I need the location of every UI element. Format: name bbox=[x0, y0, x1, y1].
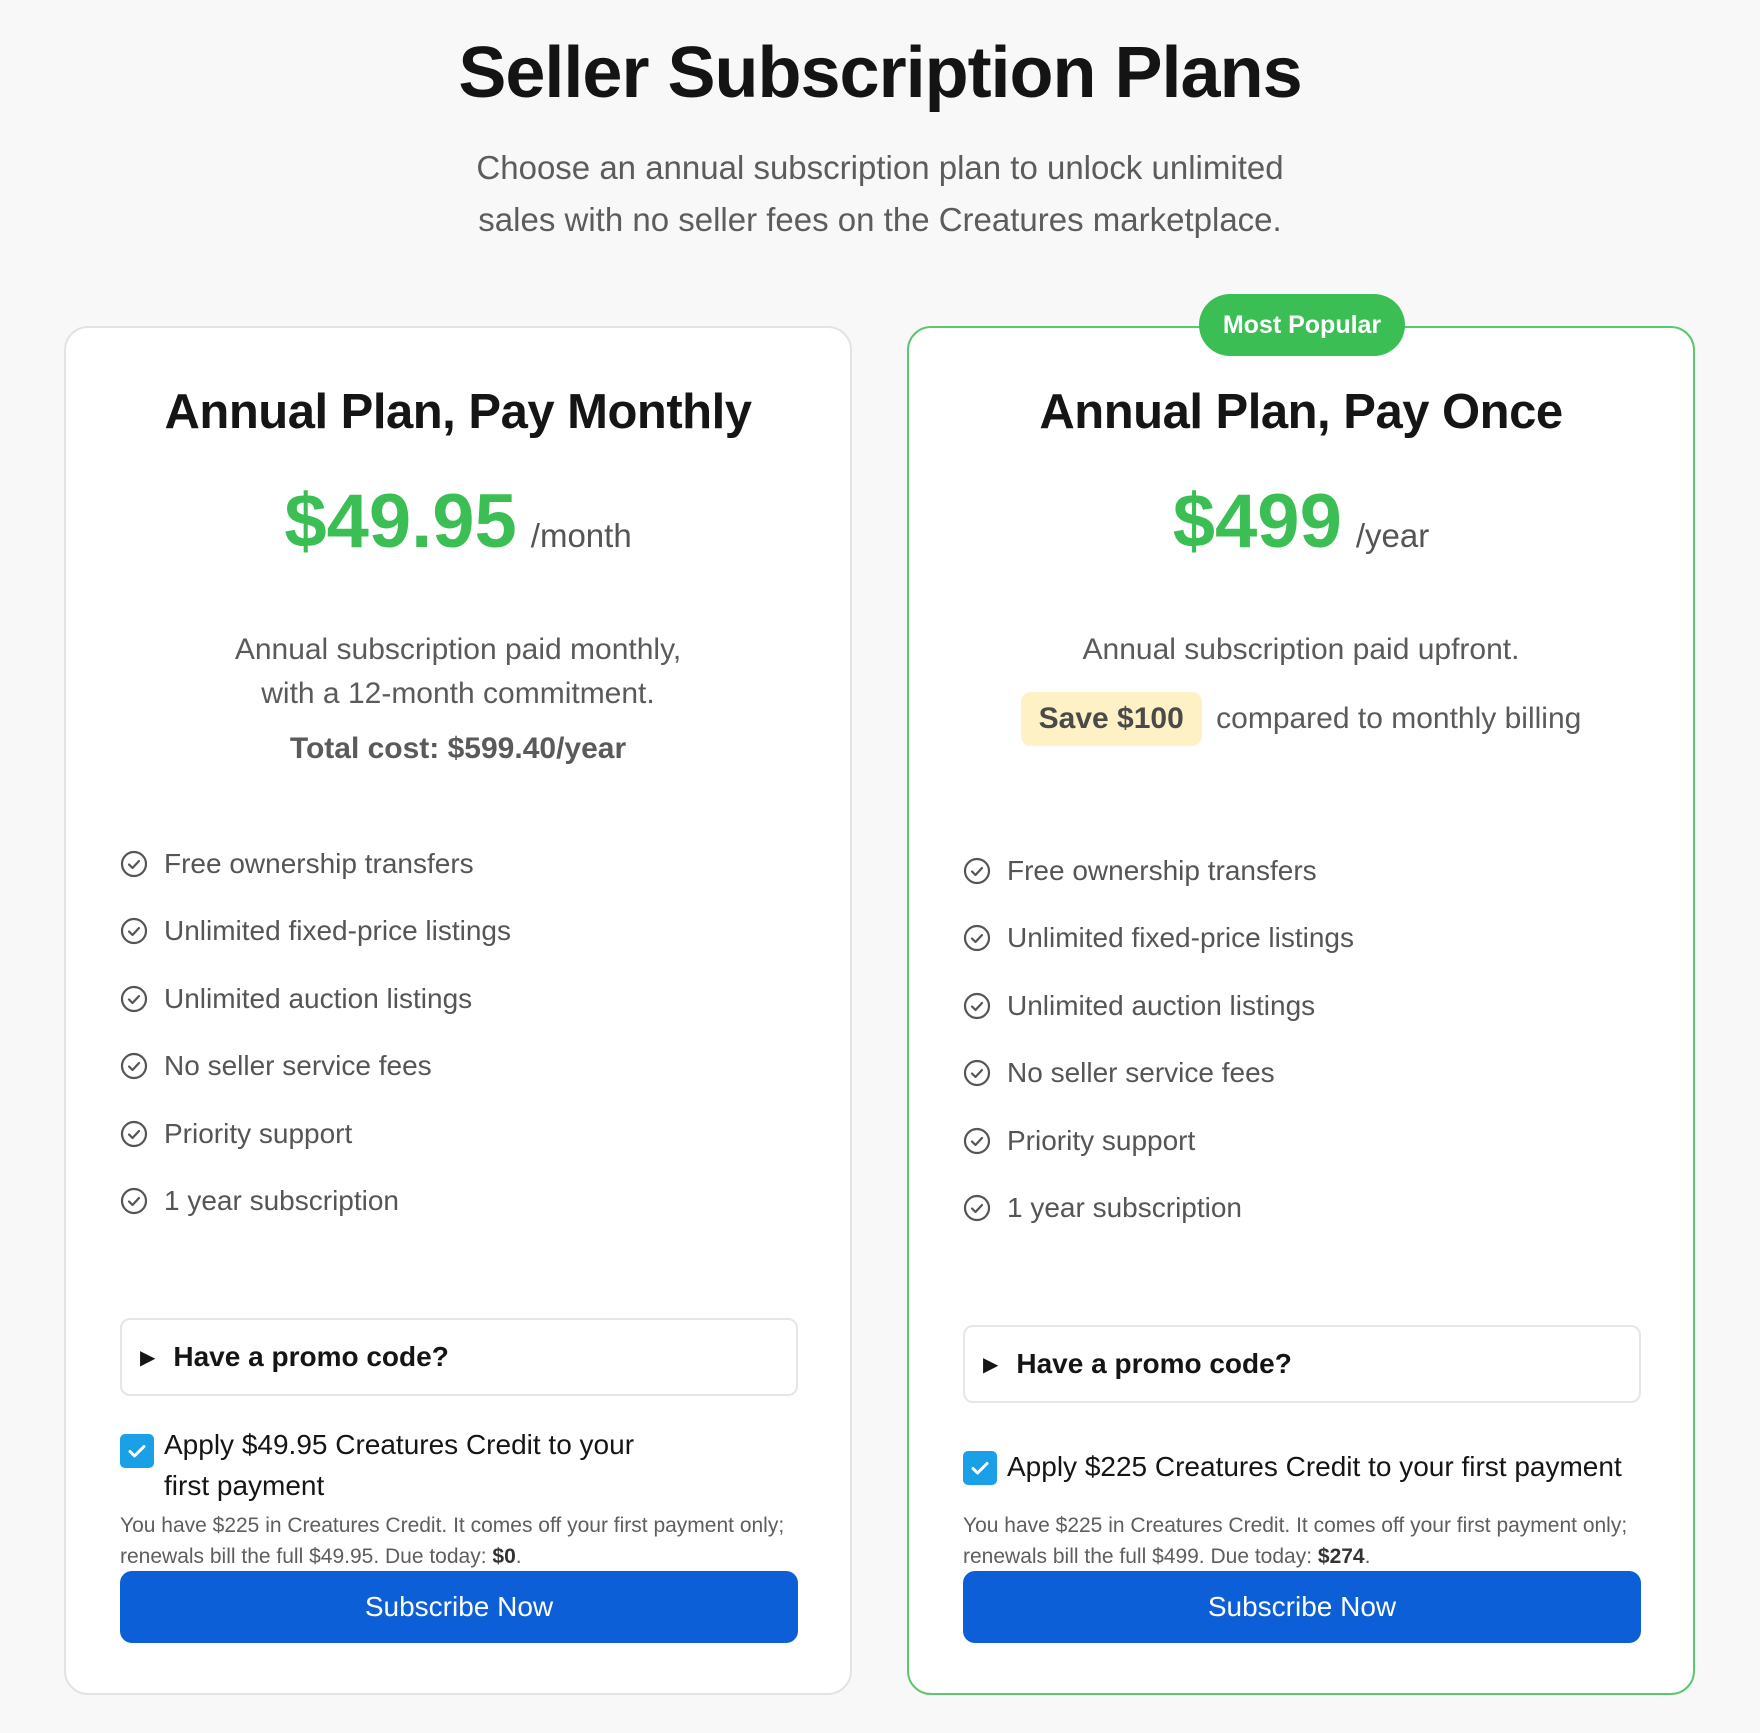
note-line: renewals bill the full $49.95. Due today… bbox=[120, 1545, 522, 1568]
plan-period: /month bbox=[530, 517, 632, 554]
check-circle-icon bbox=[120, 850, 148, 877]
credit-label[interactable]: Apply $225 Creatures Credit to your firs… bbox=[1007, 1446, 1643, 1487]
check-circle-icon bbox=[963, 1195, 991, 1222]
triangle-right-icon: ▶ bbox=[140, 1346, 156, 1369]
feature-label: Free ownership transfers bbox=[1007, 854, 1317, 886]
feature-item: Free ownership transfers bbox=[963, 837, 1354, 905]
promo-code-toggle[interactable]: ▶ Have a promo code? bbox=[120, 1318, 798, 1396]
page-title: Seller Subscription Plans bbox=[458, 33, 1302, 113]
feature-item: Unlimited fixed-price listings bbox=[120, 898, 511, 966]
check-circle-icon bbox=[963, 925, 991, 952]
feature-label: Unlimited fixed-price listings bbox=[1007, 922, 1355, 954]
feature-label: 1 year subscription bbox=[164, 1185, 400, 1217]
subscribe-button[interactable]: Subscribe Now bbox=[963, 1571, 1641, 1643]
feature-label: Priority support bbox=[1007, 1124, 1196, 1156]
feature-item: 1 year subscription bbox=[963, 1175, 1354, 1243]
feature-list: Free ownership transfers Unlimited fixed… bbox=[963, 837, 1354, 1242]
plan-price: $49.95 bbox=[284, 479, 517, 564]
price-row: $499/year bbox=[909, 478, 1693, 565]
subtitle-line: sales with no seller fees on the Creatur… bbox=[478, 201, 1282, 238]
check-circle-icon bbox=[963, 992, 991, 1019]
page-subtitle: Choose an annual subscription plan to un… bbox=[430, 142, 1330, 246]
note-line: You have $225 in Creatures Credit. It co… bbox=[963, 1514, 1628, 1537]
feature-label: No seller service fees bbox=[164, 1050, 432, 1082]
check-circle-icon bbox=[963, 857, 991, 884]
description-line: with a 12-month commitment. bbox=[261, 677, 655, 710]
price-row: $49.95/month bbox=[66, 478, 850, 565]
feature-label: 1 year subscription bbox=[1007, 1192, 1243, 1224]
check-circle-icon bbox=[120, 1188, 148, 1215]
save-suffix: compared to monthly billing bbox=[1216, 702, 1582, 735]
feature-label: Unlimited auction listings bbox=[1007, 989, 1316, 1021]
credit-checkbox[interactable] bbox=[120, 1434, 154, 1468]
promo-label: Have a promo code? bbox=[1016, 1348, 1292, 1379]
subscribe-button[interactable]: Subscribe Now bbox=[120, 1571, 798, 1643]
note-line: renewals bill the full $499. Due today: … bbox=[963, 1545, 1371, 1568]
feature-item: Priority support bbox=[963, 1107, 1354, 1175]
feature-label: No seller service fees bbox=[1007, 1057, 1275, 1089]
check-circle-icon bbox=[120, 1053, 148, 1080]
credit-label[interactable]: Apply $49.95 Creatures Credit to your fi… bbox=[164, 1424, 684, 1506]
description-line: Annual subscription paid monthly, bbox=[234, 633, 682, 666]
triangle-right-icon: ▶ bbox=[983, 1353, 999, 1376]
feature-item: 1 year subscription bbox=[120, 1168, 511, 1236]
feature-item: No seller service fees bbox=[120, 1033, 511, 1101]
plan-card-monthly: Annual Plan, Pay Monthly $49.95/month An… bbox=[64, 326, 852, 1695]
plan-description: Annual subscription paid upfront. bbox=[949, 628, 1653, 672]
credit-option: Apply $49.95 Creatures Credit to your fi… bbox=[120, 1424, 800, 1506]
plan-card-annual: Most Popular Annual Plan, Pay Once $499/… bbox=[907, 294, 1695, 1695]
feature-item: Unlimited auction listings bbox=[120, 965, 511, 1033]
feature-label: Unlimited auction listings bbox=[164, 982, 473, 1014]
feature-item: Unlimited fixed-price listings bbox=[963, 905, 1354, 973]
credit-checkbox[interactable] bbox=[963, 1451, 997, 1485]
plan-title: Annual Plan, Pay Monthly bbox=[164, 385, 752, 439]
description-line: Annual subscription paid upfront. bbox=[1082, 633, 1520, 666]
credit-option: Apply $225 Creatures Credit to your firs… bbox=[963, 1446, 1643, 1487]
feature-item: Free ownership transfers bbox=[120, 830, 511, 898]
due-today-amount: $0 bbox=[492, 1545, 516, 1568]
subtitle-line: Choose an annual subscription plan to un… bbox=[476, 149, 1284, 186]
plan-description: Annual subscription paid monthly, with a… bbox=[106, 628, 810, 716]
check-circle-icon bbox=[120, 918, 148, 945]
plan-period: /year bbox=[1355, 517, 1430, 554]
feature-item: Unlimited auction listings bbox=[963, 972, 1354, 1040]
checkmark-icon bbox=[971, 1462, 989, 1475]
feature-label: Free ownership transfers bbox=[164, 847, 474, 879]
most-popular-badge: Most Popular bbox=[1199, 294, 1405, 356]
note-prefix: renewals bill the full $499. Due today: bbox=[963, 1545, 1313, 1568]
note-prefix: renewals bill the full $49.95. Due today… bbox=[120, 1545, 487, 1568]
check-circle-icon bbox=[963, 1127, 991, 1154]
check-circle-icon bbox=[120, 1120, 148, 1147]
feature-list: Free ownership transfers Unlimited fixed… bbox=[120, 830, 511, 1235]
promo-label: Have a promo code? bbox=[173, 1341, 449, 1372]
credit-note: You have $225 in Creatures Credit. It co… bbox=[963, 1510, 1663, 1572]
total-cost: Total cost: $599.40/year bbox=[289, 732, 627, 765]
check-circle-icon bbox=[120, 985, 148, 1012]
credit-note: You have $225 in Creatures Credit. It co… bbox=[120, 1510, 820, 1572]
savings-row: Save $100 compared to monthly billing bbox=[909, 692, 1693, 746]
note-line: You have $225 in Creatures Credit. It co… bbox=[120, 1514, 785, 1537]
feature-label: Unlimited fixed-price listings bbox=[164, 915, 512, 947]
feature-item: No seller service fees bbox=[963, 1040, 1354, 1108]
checkmark-icon bbox=[128, 1445, 146, 1458]
feature-label: Priority support bbox=[164, 1117, 353, 1149]
plan-title: Annual Plan, Pay Once bbox=[1039, 385, 1563, 439]
feature-item: Priority support bbox=[120, 1100, 511, 1168]
check-circle-icon bbox=[963, 1060, 991, 1087]
plan-price: $499 bbox=[1172, 479, 1342, 564]
save-badge: Save $100 bbox=[1020, 692, 1202, 746]
due-today-amount: $274 bbox=[1317, 1545, 1365, 1568]
promo-code-toggle[interactable]: ▶ Have a promo code? bbox=[963, 1325, 1641, 1403]
